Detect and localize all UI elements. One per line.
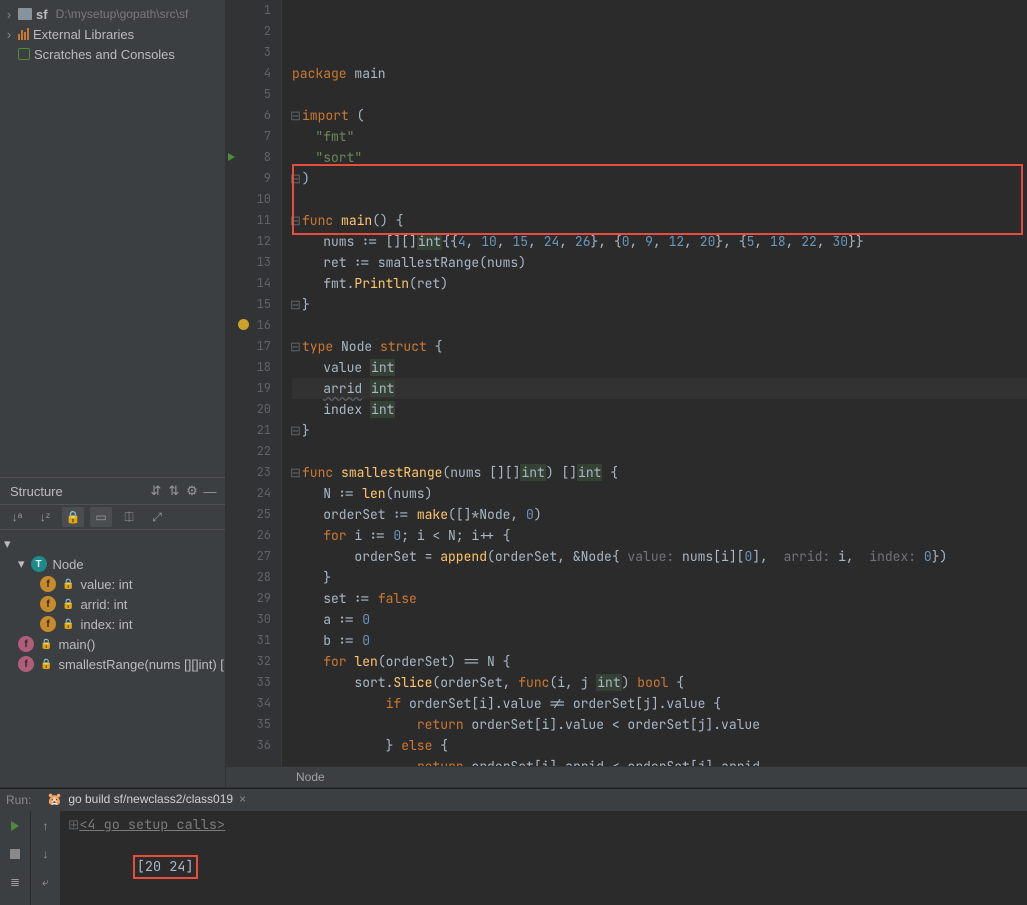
structure-settings-icon[interactable]: ⚙ (183, 483, 201, 499)
type-badge-icon: T (31, 556, 47, 572)
run-gutter-right: ↑ ↓ ⤶ (30, 811, 60, 905)
structure-chev[interactable]: ▾ (0, 534, 225, 554)
lock-icon: 🔒 (62, 619, 74, 630)
field-badge-icon: f (40, 616, 56, 632)
structure-panel: Structure ⇵ ⇅ ⚙ — ↓ᵃ ↓ᶻ 🔒 ▭ ⎅ ⤢ ▾ ▾ T No… (0, 477, 225, 787)
scratches-icon (18, 48, 30, 60)
lock-icon: 🔒 (40, 639, 52, 650)
field-badge-icon: f (40, 576, 56, 592)
project-tree[interactable]: › sf D:\mysetup\gopath\src\sf › External… (0, 0, 225, 64)
structure-tb-3[interactable]: 🔒 (62, 507, 84, 527)
run-tab[interactable]: 🐹 go build sf/newclass2/class019 × (41, 789, 252, 811)
lock-icon: 🔒 (40, 659, 52, 670)
scratches[interactable]: Scratches and Consoles (0, 44, 225, 64)
structure-sort1-icon[interactable]: ⇵ (147, 483, 165, 499)
editor-code[interactable]: package main⊟import ( "fmt" "sort"⊟)⊟fun… (282, 0, 1027, 766)
breadcrumb[interactable]: Node (226, 766, 1027, 787)
stop-button[interactable] (6, 845, 24, 863)
console-setup: <4 go setup calls> (79, 816, 225, 834)
structure-func-smallestRange[interactable]: f 🔒 smallestRange(nums [][]int) [ (0, 654, 225, 674)
structure-hide-icon[interactable]: — (201, 484, 219, 499)
func-badge-icon: f (18, 636, 34, 652)
structure-tb-5[interactable]: ⎅ (118, 507, 140, 527)
structure-field-arrid[interactable]: f 🔒 arrid: int (0, 594, 225, 614)
chevron-right-icon[interactable]: › (4, 7, 14, 22)
down-button[interactable]: ↓ (37, 845, 55, 863)
structure-field-index[interactable]: f 🔒 index: int (0, 614, 225, 634)
folder-icon (18, 8, 32, 20)
external-libraries[interactable]: › External Libraries (0, 24, 225, 44)
structure-tree[interactable]: ▾ ▾ T Node f 🔒 value: int f 🔒 arrid: int (0, 530, 225, 678)
lock-icon: 🔒 (62, 599, 74, 610)
structure-func-main[interactable]: f 🔒 main() (0, 634, 225, 654)
run-console[interactable]: ⊞<4 go setup calls> [20 24] Process fini… (60, 811, 1027, 905)
soft-wrap-button[interactable]: ⤶ (37, 873, 55, 891)
structure-title: Structure (10, 484, 63, 499)
func-badge-icon: f (18, 656, 34, 672)
external-libraries-label: External Libraries (33, 27, 134, 42)
project-root[interactable]: › sf D:\mysetup\gopath\src\sf (0, 4, 225, 24)
library-icon (18, 28, 29, 40)
run-gutter-left: ≣ (0, 811, 30, 905)
lock-icon: 🔒 (62, 579, 74, 590)
console-output: [20 24] (133, 855, 198, 879)
scratches-label: Scratches and Consoles (34, 47, 175, 62)
project-root-path: D:\mysetup\gopath\src\sf (56, 7, 189, 21)
close-icon[interactable]: × (239, 792, 246, 806)
chevron-right-icon[interactable]: › (4, 27, 14, 42)
structure-tb-6[interactable]: ⤢ (146, 507, 168, 527)
structure-sort2-icon[interactable]: ⇅ (165, 483, 183, 499)
project-root-name: sf (36, 7, 48, 22)
structure-tb-1[interactable]: ↓ᵃ (6, 507, 28, 527)
field-badge-icon: f (40, 596, 56, 612)
editor-gutter[interactable]: 1234567891011121314151617181920212223242… (226, 0, 282, 766)
run-config-icon: 🐹 (47, 792, 62, 806)
run-button[interactable] (6, 817, 24, 835)
structure-node-Node[interactable]: ▾ T Node (0, 554, 225, 574)
structure-tb-2[interactable]: ↓ᶻ (34, 507, 56, 527)
structure-toolbar: ↓ᵃ ↓ᶻ 🔒 ▭ ⎅ ⤢ (0, 504, 225, 530)
code-editor[interactable]: 1234567891011121314151617181920212223242… (226, 0, 1027, 787)
structure-tb-4[interactable]: ▭ (90, 507, 112, 527)
structure-field-value[interactable]: f 🔒 value: int (0, 574, 225, 594)
run-tab-title: go build sf/newclass2/class019 (68, 792, 233, 806)
run-tool-window: Run: 🐹 go build sf/newclass2/class019 × … (0, 788, 1027, 905)
run-label: Run: (6, 793, 31, 807)
layout-button[interactable]: ≣ (6, 873, 24, 891)
breadcrumb-item[interactable]: Node (296, 770, 325, 784)
up-button[interactable]: ↑ (37, 817, 55, 835)
